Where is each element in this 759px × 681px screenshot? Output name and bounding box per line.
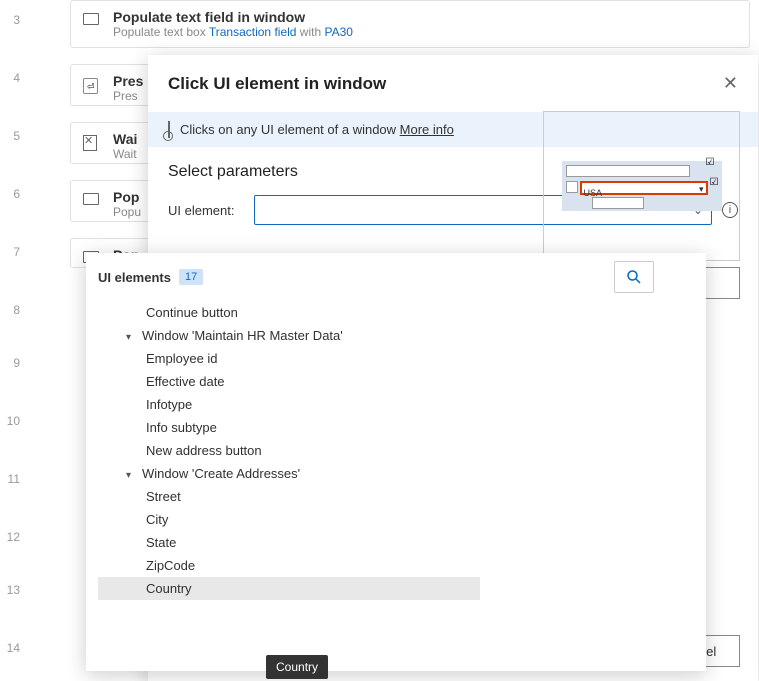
populate-field-icon xyxy=(83,193,101,211)
step-number: 4 xyxy=(13,71,35,85)
dropdown-arrow-icon: ▾ xyxy=(697,184,704,195)
step-number: 8 xyxy=(13,303,35,317)
flow-step-subtitle: Wait xyxy=(113,147,137,161)
step-number: 14 xyxy=(7,641,35,655)
tree-window[interactable]: ▾Window 'Maintain HR Master Data' xyxy=(98,324,480,347)
step-number: 3 xyxy=(13,13,35,27)
flow-step-subtitle: Pres xyxy=(113,89,143,103)
close-icon[interactable]: ✕ xyxy=(723,73,738,94)
tree-item[interactable]: Street xyxy=(98,485,480,508)
populate-field-icon xyxy=(83,13,101,31)
chevron-down-icon: ▾ xyxy=(126,470,138,481)
tree-item-country[interactable]: Country xyxy=(98,577,480,600)
flow-step-title: Wai xyxy=(113,131,137,147)
ui-element-label: UI element: xyxy=(168,203,244,218)
flow-step[interactable]: Populate text field in window Populate t… xyxy=(70,0,750,48)
flow-step-title: Pop xyxy=(113,189,141,205)
ui-elements-tree[interactable]: Continue button ▾Window 'Maintain HR Mas… xyxy=(98,301,490,601)
tree-item[interactable]: State xyxy=(98,531,480,554)
search-icon xyxy=(625,268,643,286)
dialog-title: Click UI element in window xyxy=(168,74,386,94)
chevron-down-icon: ▾ xyxy=(126,332,138,343)
tooltip: Country xyxy=(266,655,328,679)
search-button[interactable] xyxy=(614,261,654,293)
ui-elements-count: 17 xyxy=(179,269,203,285)
tree-item[interactable]: Infotype xyxy=(98,393,480,416)
ui-element-preview: ☑ USA ▾ ☑ xyxy=(543,111,740,261)
ui-elements-label: UI elements xyxy=(98,270,171,285)
tree-item[interactable]: Info subtype xyxy=(98,416,480,439)
step-number: 7 xyxy=(13,245,35,259)
preview-highlighted-field: USA ▾ xyxy=(580,181,708,195)
tree-item[interactable]: Continue button xyxy=(98,301,480,324)
tree-item[interactable]: New address button xyxy=(98,439,480,462)
click-icon xyxy=(168,122,170,137)
ui-elements-dropdown-panel: UI elements 17 Continue button ▾Window '… xyxy=(86,253,706,671)
step-number: 13 xyxy=(7,583,35,597)
flow-step-subtitle: Popu xyxy=(113,205,141,219)
tree-item[interactable]: City xyxy=(98,508,480,531)
tree-item[interactable]: Effective date xyxy=(98,370,480,393)
flow-step-title: Populate text field in window xyxy=(113,9,353,25)
info-bar-text: Clicks on any UI element of a window xyxy=(180,122,400,137)
step-number: 12 xyxy=(7,530,35,544)
flow-step-title: Pres xyxy=(113,73,143,89)
step-number: 11 xyxy=(8,472,35,486)
tree-window[interactable]: ▾Window 'Create Addresses' xyxy=(98,462,480,485)
flow-step-subtitle: Populate text box Transaction field with… xyxy=(113,25,353,39)
press-key-icon: ⏎ xyxy=(83,77,101,95)
hourglass-icon xyxy=(83,135,101,153)
more-info-link[interactable]: More info xyxy=(400,122,454,137)
tree-item[interactable]: Employee id xyxy=(98,347,480,370)
step-number: 5 xyxy=(13,129,35,143)
step-number: 6 xyxy=(13,187,35,201)
tree-item[interactable]: Save button xyxy=(98,600,480,601)
step-number: 9 xyxy=(13,356,35,370)
step-number: 10 xyxy=(7,414,35,428)
tree-item[interactable]: ZipCode xyxy=(98,554,480,577)
